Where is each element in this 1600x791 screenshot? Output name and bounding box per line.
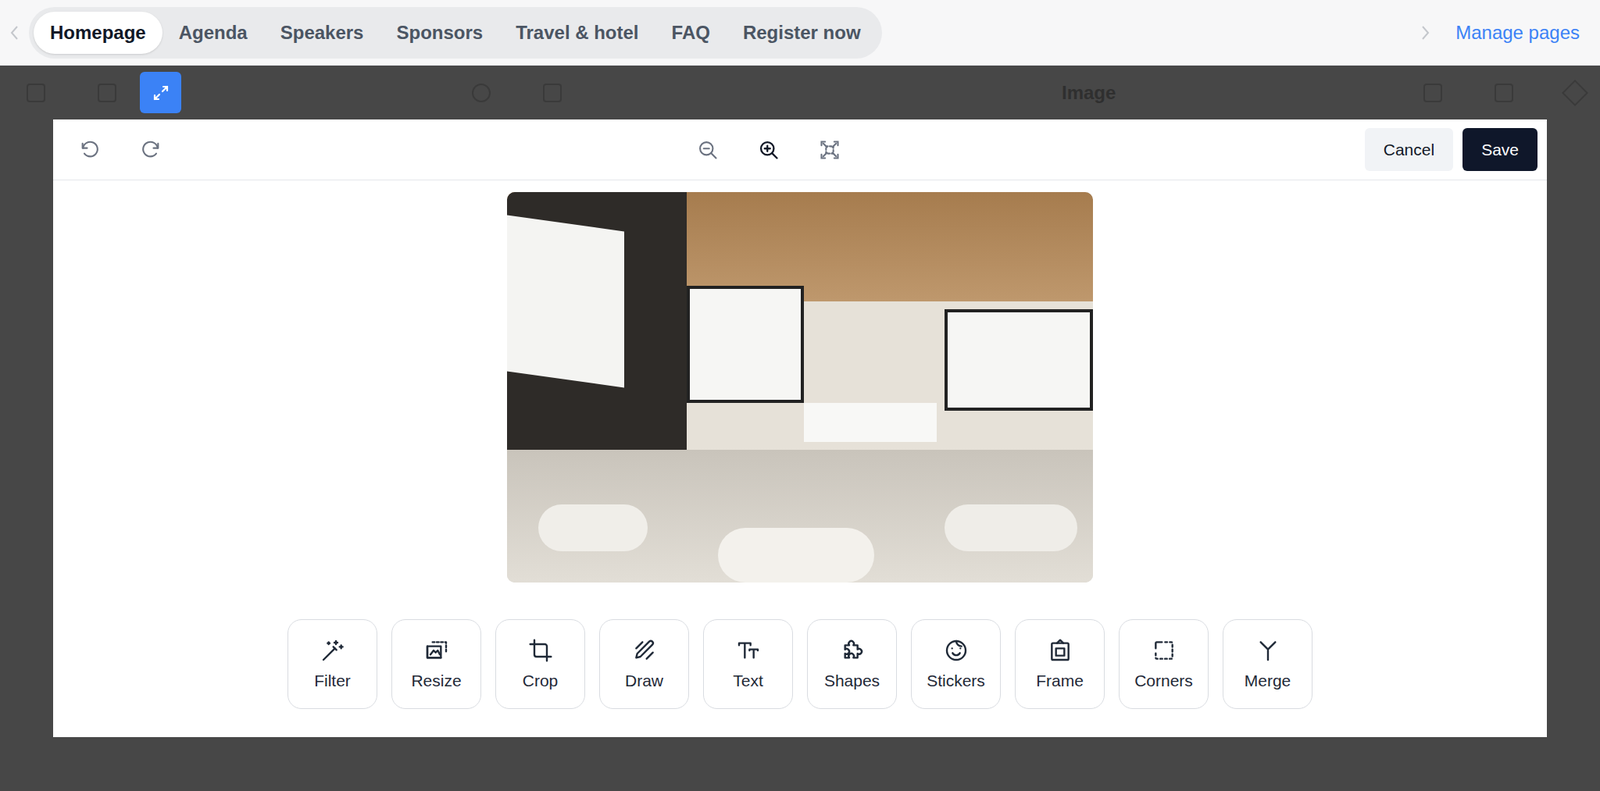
workspace: Image bbox=[0, 65, 1600, 791]
image-preview bbox=[507, 192, 1093, 583]
page-tabs-bar: HomepageAgendaSpeakersSponsorsTravel & h… bbox=[0, 0, 1600, 66]
tab-list: HomepageAgendaSpeakersSponsorsTravel & h… bbox=[28, 7, 883, 59]
fit-button[interactable] bbox=[818, 139, 841, 161]
zoom-in-button[interactable] bbox=[757, 139, 780, 161]
tool-label: Corners bbox=[1134, 671, 1193, 692]
scroll-left-icon[interactable] bbox=[0, 24, 29, 42]
collapse-icon bbox=[151, 83, 171, 103]
zoom-out-icon bbox=[696, 139, 719, 161]
tool-button[interactable]: Filter bbox=[287, 619, 378, 710]
manage-pages-link[interactable]: Manage pages bbox=[1455, 18, 1580, 47]
bg-close-icon bbox=[1561, 79, 1589, 107]
redo-icon bbox=[139, 139, 162, 161]
scroll-right-icon[interactable] bbox=[1417, 24, 1433, 42]
text-icon bbox=[735, 638, 761, 664]
tool-button[interactable]: Corners bbox=[1118, 619, 1209, 710]
tool-button[interactable]: Resize bbox=[391, 619, 482, 710]
page-tab[interactable]: Homepage bbox=[33, 11, 163, 54]
bg-tool-icon bbox=[26, 83, 46, 103]
tool-button[interactable]: Merge bbox=[1222, 619, 1313, 710]
crop-icon bbox=[528, 638, 554, 664]
undo-icon bbox=[78, 139, 101, 161]
page-tab[interactable]: Register now bbox=[726, 11, 878, 54]
tool-button[interactable]: Shapes bbox=[807, 619, 897, 710]
tool-label: Text bbox=[732, 671, 764, 692]
tool-label: Crop bbox=[522, 671, 559, 692]
tool-button[interactable]: Text bbox=[703, 619, 793, 710]
redo-button[interactable] bbox=[139, 139, 162, 161]
cancel-button[interactable]: Cancel bbox=[1364, 128, 1454, 172]
undo-button[interactable] bbox=[78, 139, 101, 161]
tool-label: Frame bbox=[1035, 671, 1084, 692]
frame-icon bbox=[1047, 638, 1073, 664]
page-tab[interactable]: Sponsors bbox=[379, 11, 500, 54]
tool-label: Draw bbox=[625, 671, 664, 692]
editor-toolbar: Cancel Save bbox=[53, 119, 1547, 181]
tool-bar: Filter Resize Crop Draw Text Shapes Stickers Fr… bbox=[287, 619, 1313, 710]
tool-label: Resize bbox=[410, 671, 461, 692]
wand-icon bbox=[320, 638, 346, 664]
fit-screen-icon bbox=[818, 139, 841, 161]
bg-tool-icon bbox=[97, 83, 117, 103]
puzzle-icon bbox=[839, 638, 865, 664]
save-button[interactable]: Save bbox=[1462, 128, 1538, 172]
image-editor-modal: Cancel Save FilterR bbox=[53, 119, 1547, 738]
background-toolbar: Image bbox=[0, 65, 1600, 120]
tool-label: Filter bbox=[314, 671, 351, 692]
tool-label: Merge bbox=[1244, 671, 1292, 692]
tool-button[interactable]: Crop bbox=[495, 619, 586, 710]
bg-tool-icon bbox=[471, 83, 491, 103]
bg-tool-icon bbox=[542, 83, 562, 103]
zoom-in-icon bbox=[757, 139, 780, 161]
resize-icon bbox=[424, 638, 450, 664]
pencil-icon bbox=[632, 638, 658, 664]
bg-delete-icon bbox=[1423, 83, 1443, 103]
panel-title: Image bbox=[1061, 78, 1116, 108]
tool-button[interactable]: Frame bbox=[1014, 619, 1105, 710]
tool-button[interactable]: Draw bbox=[599, 619, 690, 710]
tool-label: Stickers bbox=[926, 671, 986, 692]
page-tab[interactable]: Travel & hotel bbox=[499, 11, 655, 54]
bg-edit-icon bbox=[1494, 83, 1514, 103]
page-tab[interactable]: FAQ bbox=[655, 11, 727, 54]
page-tab[interactable]: Speakers bbox=[264, 11, 381, 54]
tool-label: Shapes bbox=[824, 671, 880, 692]
zoom-out-button[interactable] bbox=[696, 139, 719, 161]
sticker-icon bbox=[943, 638, 969, 664]
merge-icon bbox=[1255, 638, 1281, 664]
page-tab[interactable]: Agenda bbox=[162, 11, 265, 54]
tool-button[interactable]: Stickers bbox=[910, 619, 1001, 710]
corners-icon bbox=[1151, 638, 1177, 664]
fullscreen-button[interactable] bbox=[139, 71, 182, 114]
